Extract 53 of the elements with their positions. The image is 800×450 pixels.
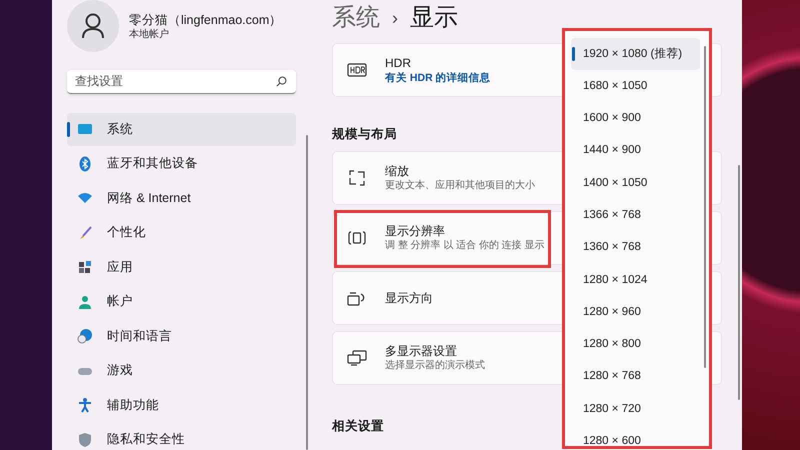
dropdown-option[interactable]: 1280 × 720	[571, 393, 700, 426]
card-subtitle: 选择显示器的演示模式	[385, 359, 485, 372]
account-name: 零分猫（lingfenmao.com）	[129, 12, 282, 28]
bluetooth-icon	[77, 156, 93, 172]
search-field[interactable]: 查找设置	[67, 70, 296, 94]
dropdown-option[interactable]: 1280 × 800	[571, 328, 700, 361]
rotate-screen-icon	[347, 290, 367, 306]
person-icon	[77, 294, 93, 310]
person-icon	[81, 13, 105, 39]
two-monitors-icon	[347, 350, 367, 366]
card-title: 多显示器设置	[385, 343, 458, 360]
sidebar-item[interactable]: 系统	[67, 113, 296, 146]
scrollbar[interactable]	[306, 135, 308, 450]
dropdown-option[interactable]: 1600 × 900	[571, 102, 700, 135]
breadcrumb-separator: ›	[392, 6, 398, 30]
dropdown-option[interactable]: 1920 × 1080 (推荐)	[571, 38, 700, 70]
sidebar-item[interactable]: 应用	[67, 251, 296, 284]
sidebar-item[interactable]: 个性化	[67, 216, 296, 249]
sidebar-item[interactable]: 游戏	[67, 354, 296, 387]
card-title: 显示分辨率	[385, 223, 446, 240]
scrollbar[interactable]	[738, 165, 740, 400]
details-link[interactable]: 有关 HDR 的详细信息	[385, 71, 491, 85]
dropdown-option[interactable]: 1280 × 600	[571, 426, 700, 450]
apps-icon	[77, 259, 93, 276]
search-icon	[276, 76, 287, 87]
section-heading: 规模与布局	[332, 126, 398, 143]
card-title: HDR	[385, 55, 412, 71]
scrollbar[interactable]	[704, 46, 706, 368]
dropdown-option[interactable]: 1400 × 1050	[571, 167, 700, 200]
sidebar-item[interactable]: 蓝牙和其他设备	[67, 148, 296, 180]
selection-indicator	[572, 47, 575, 61]
dropdown-option[interactable]: 1360 × 768	[571, 232, 700, 264]
sidebar-item[interactable]: 隐私和安全性	[67, 424, 296, 450]
accessibility-icon	[77, 397, 93, 414]
card-title: 缩放	[385, 163, 410, 180]
sidebar-item[interactable]: 帐户	[67, 286, 296, 318]
card-subtitle: 更改文本、应用和其他项目的大小	[385, 179, 535, 192]
resolution-icon	[348, 230, 366, 246]
sidebar-item[interactable]: 网络 & Internet	[67, 182, 296, 214]
breadcrumb-parent[interactable]: 系统	[332, 0, 380, 36]
page-title: 显示	[410, 3, 458, 33]
sidebar-item[interactable]: 时间和语言	[67, 320, 296, 352]
section-heading: 相关设置	[332, 418, 385, 435]
brush-icon	[77, 224, 93, 241]
globe-clock-icon	[77, 328, 93, 344]
account-type: 本地帐户	[129, 28, 170, 40]
resize-icon	[348, 168, 366, 187]
card-title: 显示方向	[385, 290, 433, 306]
hdr-icon	[347, 63, 367, 77]
sidebar-item[interactable]: 辅助功能	[67, 389, 296, 422]
card-subtitle: 调 整 分辨率 以 适合 你的 连接 显示	[385, 239, 544, 252]
selection-indicator	[67, 122, 70, 137]
shield-icon	[77, 432, 93, 448]
